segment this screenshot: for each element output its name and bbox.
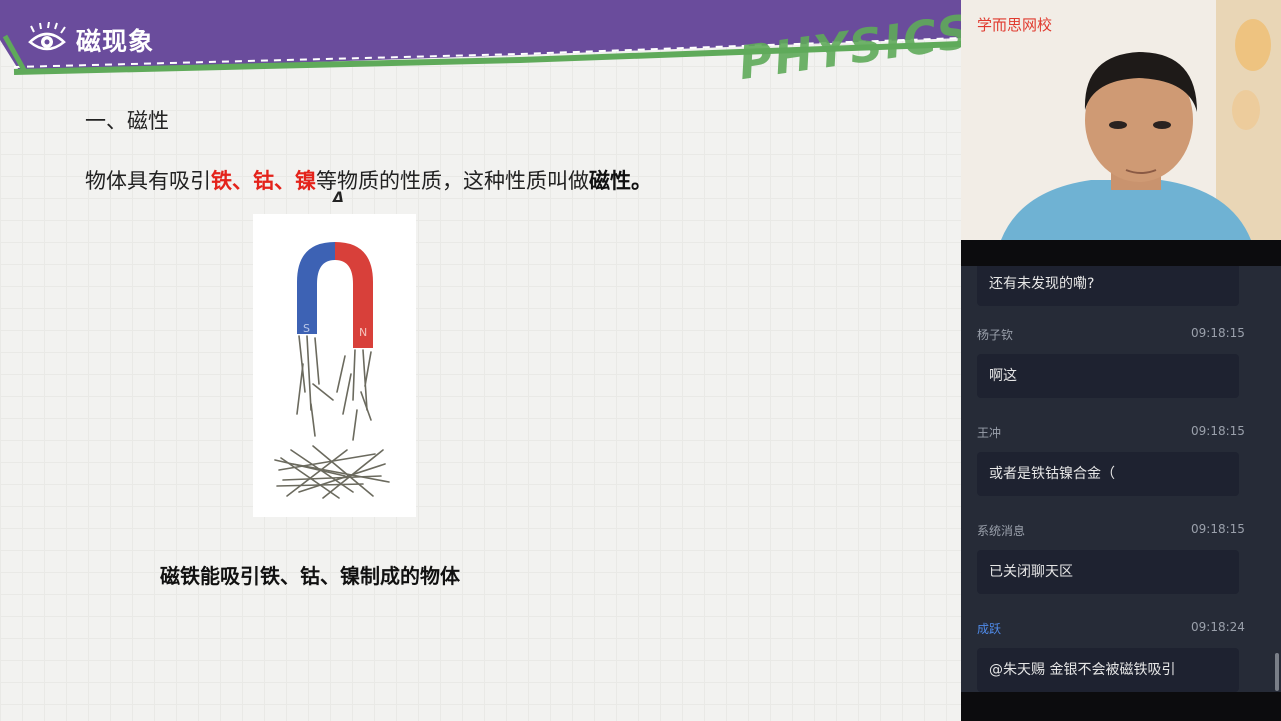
- bottom-bar: [961, 692, 1281, 721]
- south-pole-label: S: [303, 322, 310, 335]
- chat-message: 或者是铁钴镍合金（: [977, 452, 1239, 496]
- chat-time: 09:18:15: [1191, 424, 1245, 438]
- separator: 、: [274, 169, 295, 193]
- eye-icon: [28, 22, 66, 51]
- horseshoe-magnet-illustration: S N: [274, 242, 390, 499]
- cobalt-highlight: 钴: [253, 169, 274, 193]
- chat-message: 已关闭聊天区: [977, 550, 1239, 594]
- section-heading: 一、磁性: [85, 109, 169, 133]
- chat-panel[interactable]: 还有未发现的嘞? 杨子钦 09:18:15 啊这 王冲 09:18:15 或者是…: [961, 266, 1281, 692]
- nickel-highlight: 镍: [295, 169, 316, 193]
- chat-message: 啊这: [977, 354, 1239, 398]
- chat-sender: 王冲: [977, 426, 1002, 440]
- chat-time: 09:18:24: [1191, 620, 1245, 634]
- iron-highlight: 铁: [211, 169, 232, 193]
- definition-prefix: 物体具有吸引: [85, 169, 211, 193]
- separator: 、: [232, 169, 253, 193]
- chat-time: 09:18:15: [1191, 326, 1245, 340]
- person-video: [961, 0, 1281, 240]
- chat-scrollbar[interactable]: [1275, 653, 1279, 691]
- magnet-photo: S N: [253, 214, 416, 517]
- definition-end: 。: [631, 169, 652, 193]
- sidebar: 学而思网校 还有未发现的嘞? 杨子钦 09:18:15 啊这 王冲 09:18:…: [961, 0, 1281, 721]
- chat-message: @朱天赐 金银不会被磁铁吸引: [977, 648, 1239, 692]
- teacher-video: 学而思网校: [961, 0, 1281, 240]
- photo-caption: 磁铁能吸引铁、钴、镍制成的物体: [160, 564, 460, 588]
- definition-text: 物体具有吸引铁、钴、镍等物质的性质，这种性质叫做磁性。: [85, 165, 652, 195]
- brand-logo: 学而思网校: [977, 16, 1053, 34]
- definition-middle: 等物质的性质，这种性质叫做: [316, 169, 589, 193]
- delta-mark: Δ: [333, 190, 344, 206]
- chat-time: 09:18:15: [1191, 522, 1245, 536]
- divider: [961, 240, 1281, 266]
- chat-sender: 杨子钦: [977, 328, 1014, 342]
- term-magnetism: 磁性: [589, 169, 631, 193]
- north-pole-label: N: [359, 326, 367, 339]
- slide-title: 磁现象: [76, 27, 155, 56]
- chat-message: 还有未发现的嘞?: [977, 266, 1239, 306]
- chat-sender: 成跃: [977, 622, 1002, 636]
- slide: 磁现象 PHYSICS 一、磁性 物体具有吸引铁、钴、镍等物质的性质，这种性质叫…: [0, 0, 961, 721]
- chat-sender: 系统消息: [977, 524, 1026, 538]
